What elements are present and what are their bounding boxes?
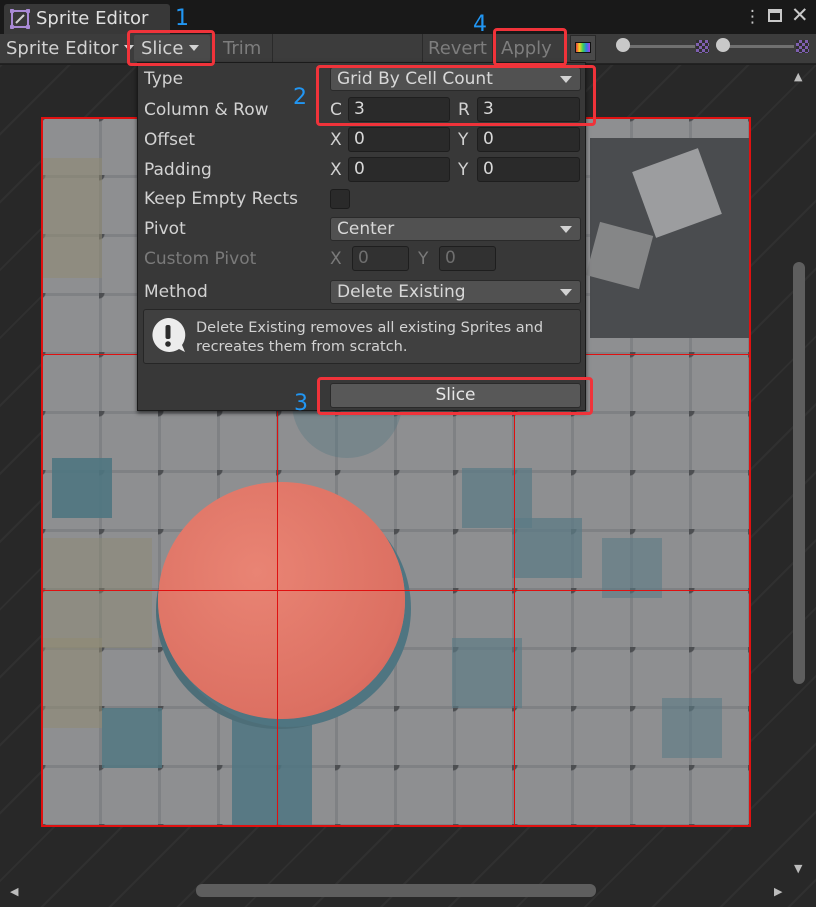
pivot-dropdown[interactable]: Center — [330, 217, 581, 241]
padding-label: Padding — [144, 160, 212, 180]
zoom-slider-handle[interactable] — [716, 38, 730, 52]
info-icon — [152, 317, 186, 352]
offset-x-prefix: X — [330, 130, 342, 150]
highlight-slice-button — [317, 377, 593, 415]
offset-y-value: 0 — [483, 129, 494, 149]
window-menu-icon[interactable]: ⋮ — [744, 7, 761, 27]
padding-y-value: 0 — [483, 159, 494, 179]
close-icon[interactable]: ✕ — [791, 3, 809, 27]
chevron-down-icon — [560, 226, 572, 233]
padding-x-value: 0 — [354, 159, 365, 179]
padding-y-field[interactable]: 0 — [477, 157, 580, 182]
mode-dropdown-label: Sprite Editor — [6, 38, 119, 59]
custom-pivot-y-prefix: Y — [418, 249, 429, 269]
custom-pivot-label: Custom Pivot — [144, 249, 257, 269]
method-dropdown-value: Delete Existing — [337, 282, 466, 302]
offset-x-field[interactable]: 0 — [348, 127, 450, 152]
keep-empty-rects-label: Keep Empty Rects — [144, 189, 299, 209]
custom-pivot-x-field: 0 — [352, 246, 409, 271]
step-number-2: 2 — [293, 85, 307, 110]
revert-button[interactable]: Revert — [428, 38, 487, 59]
alpha-slider-handle[interactable] — [616, 38, 630, 52]
alpha-checker-icon — [696, 40, 709, 53]
alpha-slider-track[interactable] — [620, 45, 695, 48]
padding-x-field[interactable]: 0 — [348, 157, 450, 182]
vertical-scrollbar-thumb[interactable] — [793, 262, 805, 684]
highlight-slice-menu — [127, 30, 215, 66]
custom-pivot-x-prefix: X — [330, 249, 342, 269]
scroll-up-arrow-icon[interactable]: ▲ — [794, 70, 802, 83]
method-help-text: Delete Existing removes all existing Spr… — [196, 320, 544, 355]
horizontal-scrollbar-thumb[interactable] — [196, 884, 596, 897]
column-row-label: Column & Row — [144, 100, 269, 120]
scroll-right-arrow-icon[interactable]: ▶ — [774, 885, 782, 898]
scroll-down-arrow-icon[interactable]: ▼ — [794, 862, 802, 875]
mode-dropdown[interactable]: Sprite Editor — [6, 38, 135, 59]
color-channel-icon — [575, 42, 591, 53]
pivot-label: Pivot — [144, 219, 186, 239]
sprite-editor-icon — [10, 9, 30, 29]
maximize-icon[interactable] — [768, 9, 782, 22]
method-dropdown[interactable]: Delete Existing — [330, 280, 581, 304]
keep-empty-rects-checkbox[interactable] — [330, 189, 350, 209]
offset-y-field[interactable]: 0 — [477, 127, 580, 152]
custom-pivot-y-field: 0 — [439, 246, 496, 271]
tab-title: Sprite Editor — [36, 8, 149, 29]
custom-pivot-y-value: 0 — [445, 248, 456, 268]
offset-label: Offset — [144, 130, 196, 150]
step-number-4: 4 — [473, 12, 487, 37]
zoom-slider-track[interactable] — [720, 45, 794, 48]
trim-button[interactable]: Trim — [223, 38, 261, 59]
custom-pivot-x-value: 0 — [358, 248, 369, 268]
method-label: Method — [144, 282, 208, 302]
padding-y-prefix: Y — [458, 160, 469, 180]
padding-x-prefix: X — [330, 160, 342, 180]
toolbar-divider — [272, 34, 273, 62]
scroll-left-arrow-icon[interactable]: ◀ — [10, 885, 18, 898]
offset-y-prefix: Y — [458, 130, 469, 150]
step-number-3: 3 — [294, 391, 308, 416]
step-number-1: 1 — [175, 6, 189, 31]
pivot-dropdown-value: Center — [337, 219, 395, 239]
offset-x-value: 0 — [354, 129, 365, 149]
highlight-type-column-row — [316, 65, 596, 126]
type-label: Type — [144, 69, 184, 89]
mipmap-checker-icon — [796, 40, 809, 53]
highlight-apply-button — [493, 28, 567, 66]
toolbar-divider — [422, 34, 423, 62]
chevron-down-icon — [560, 289, 572, 296]
